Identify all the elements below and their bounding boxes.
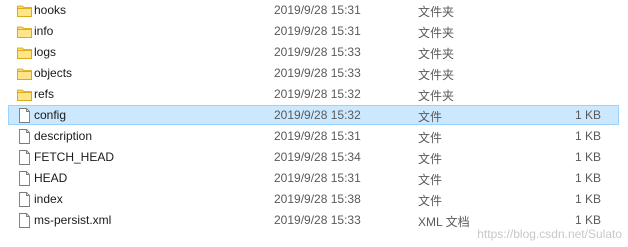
file-name: objects [34,66,73,80]
folder-icon [17,66,32,81]
file-name: FETCH_HEAD [34,150,115,164]
file-type: 文件夹 [418,47,455,61]
modified-date: 2019/9/28 15:33 [274,66,361,80]
modified-date: 2019/9/28 15:32 [274,87,361,101]
list-item-description[interactable]: description 2019/9/28 15:31 文件 1 KB [8,126,619,146]
file-type: 文件 [418,152,443,166]
folder-icon [17,45,32,60]
modified-date: 2019/9/28 15:34 [274,150,361,164]
watermark: https://blog.csdn.net/Sulato [477,227,622,241]
folder-icon [17,87,32,102]
file-icon [17,171,32,186]
modified-date: 2019/9/28 15:31 [274,171,361,185]
file-type: 文件 [418,173,443,187]
file-name: info [34,24,54,38]
folder-icon [17,3,32,18]
file-size: 1 KB [574,171,601,185]
file-icon [17,192,32,207]
file-type: 文件夹 [418,89,455,103]
modified-date: 2019/9/28 15:38 [274,192,361,206]
file-icon [17,213,32,228]
file-size: 1 KB [574,129,601,143]
file-type: 文件 [418,194,443,208]
list-item-hooks[interactable]: hooks 2019/9/28 15:31 文件夹 [8,0,619,20]
list-item-objects[interactable]: objects 2019/9/28 15:33 文件夹 [8,63,619,83]
file-name: hooks [34,3,67,17]
list-item-refs[interactable]: refs 2019/9/28 15:32 文件夹 [8,84,619,104]
list-item-head[interactable]: HEAD 2019/9/28 15:31 文件 1 KB [8,168,619,188]
list-item-index[interactable]: index 2019/9/28 15:38 文件 1 KB [8,189,619,209]
file-icon [17,150,32,165]
file-type: 文件 [418,131,443,145]
modified-date: 2019/9/28 15:31 [274,129,361,143]
modified-date: 2019/9/28 15:33 [274,45,361,59]
file-type: 文件夹 [418,5,455,19]
folder-icon [17,24,32,39]
file-type: 文件夹 [418,26,455,40]
file-size: 1 KB [574,213,601,227]
file-name: logs [34,45,57,59]
modified-date: 2019/9/28 15:33 [274,213,361,227]
file-name: description [34,129,93,143]
file-name: config [34,108,67,122]
list-item-fetch-head[interactable]: FETCH_HEAD 2019/9/28 15:34 文件 1 KB [8,147,619,167]
list-item-config[interactable]: config 2019/9/28 15:32 文件 1 KB [8,105,619,125]
file-type: 文件夹 [418,68,455,82]
file-icon [17,108,32,123]
file-size: 1 KB [574,108,601,122]
file-size: 1 KB [574,150,601,164]
modified-date: 2019/9/28 15:32 [274,108,361,122]
modified-date: 2019/9/28 15:31 [274,3,361,17]
file-name: HEAD [34,171,68,185]
list-item-logs[interactable]: logs 2019/9/28 15:33 文件夹 [8,42,619,62]
file-type: XML 文档 [418,215,470,229]
file-size: 1 KB [574,192,601,206]
file-icon [17,129,32,144]
file-type: 文件 [418,110,443,124]
file-name: ms-persist.xml [34,213,112,227]
file-name: index [34,192,63,206]
file-name: refs [34,87,55,101]
modified-date: 2019/9/28 15:31 [274,24,361,38]
list-item-info[interactable]: info 2019/9/28 15:31 文件夹 [8,21,619,41]
